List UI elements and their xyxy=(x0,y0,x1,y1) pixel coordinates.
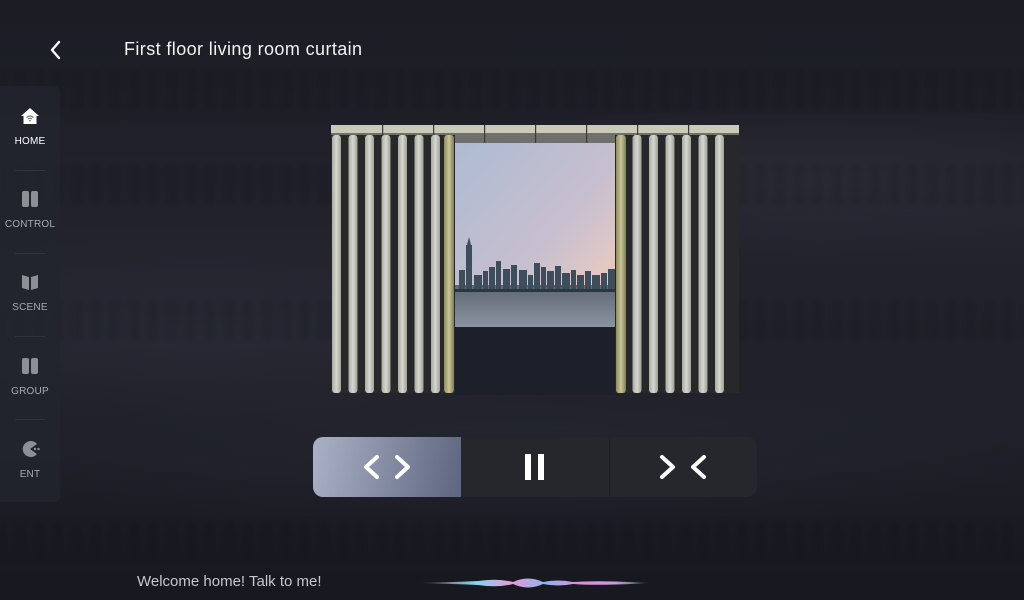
curtain-pleat xyxy=(649,135,658,393)
sidebar-item-label: SCENE xyxy=(12,302,48,313)
sidebar-item-label: GROUP xyxy=(11,386,49,397)
open-curtain-button[interactable] xyxy=(313,437,461,497)
curtain-panel-right xyxy=(615,135,739,393)
background-treeline xyxy=(0,520,1024,560)
curtain-pleat xyxy=(665,135,675,393)
chevron-left-icon xyxy=(50,40,61,60)
curtain-pleat xyxy=(682,135,691,393)
curtain-illustration xyxy=(331,125,739,395)
curtain-pleat xyxy=(332,135,341,393)
window-view xyxy=(455,143,619,395)
voice-wave-icon xyxy=(418,578,650,588)
sidebar-item-scene[interactable]: SCENE xyxy=(0,254,60,334)
curtain-edge xyxy=(616,135,626,393)
curtain-edge xyxy=(444,135,454,393)
house-wifi-icon xyxy=(21,108,39,124)
sidebar: HOME CONTROL SCENE GROUP ENT xyxy=(0,86,60,502)
curtain-pleat xyxy=(348,135,358,393)
page-title: First floor living room curtain xyxy=(124,39,363,59)
curtain-pleat xyxy=(414,135,424,393)
open-arrows-icon xyxy=(364,455,410,479)
back-button[interactable] xyxy=(44,36,68,64)
sidebar-item-label: CONTROL xyxy=(4,219,56,230)
curtain-controls xyxy=(313,437,757,497)
sidebar-item-control[interactable]: CONTROL xyxy=(0,171,60,251)
pause-icon xyxy=(525,454,544,480)
book-open-icon xyxy=(22,275,38,290)
welcome-message: Welcome home! Talk to me! xyxy=(137,573,322,590)
curtain-pleat xyxy=(698,135,708,393)
rail-segment-joint xyxy=(535,125,537,143)
sidebar-item-home[interactable]: HOME xyxy=(0,88,60,168)
sidebar-item-ent[interactable]: ENT xyxy=(0,421,60,501)
rail-segment-joint xyxy=(484,125,486,143)
pacman-icon xyxy=(22,441,40,457)
sidebar-item-group[interactable]: GROUP xyxy=(0,338,60,418)
curtain-pleat xyxy=(632,135,642,393)
sidebar-divider xyxy=(15,336,45,337)
curtain-panel-left xyxy=(331,135,455,393)
two-panels-icon xyxy=(22,191,38,207)
pause-curtain-button[interactable] xyxy=(460,437,608,497)
curtain-pleat xyxy=(431,135,440,393)
sidebar-divider xyxy=(15,419,45,420)
sidebar-item-label: ENT xyxy=(19,469,41,480)
curtain-pleat xyxy=(715,135,724,393)
curtain-pleat xyxy=(365,135,374,393)
background-treeline xyxy=(0,70,1024,110)
curtain-pleat xyxy=(398,135,407,393)
curtain-pleat xyxy=(381,135,391,393)
close-arrows-icon xyxy=(660,455,706,479)
curtain-visual xyxy=(331,125,739,395)
close-curtain-button[interactable] xyxy=(609,437,757,497)
rail-segment-joint xyxy=(586,125,588,143)
sidebar-item-label: HOME xyxy=(14,136,46,147)
voice-assistant-button[interactable] xyxy=(418,572,650,594)
two-panels-icon xyxy=(22,358,38,374)
